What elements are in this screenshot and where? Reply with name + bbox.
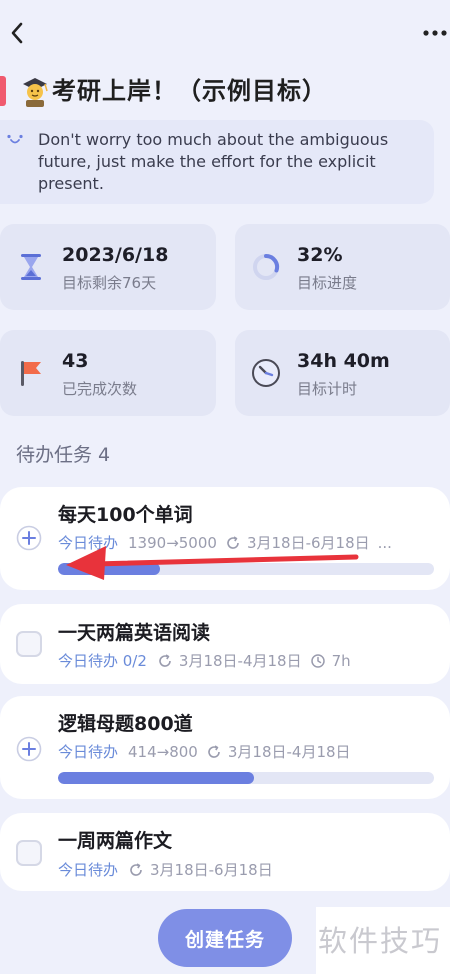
- task-card[interactable]: 逻辑母题800道 今日待办 414→800 3月18日-4月18日: [0, 696, 450, 799]
- completed-label: 已完成次数: [62, 380, 138, 398]
- stat-card-timer[interactable]: 34h 40m 目标计时: [235, 330, 450, 416]
- task-date-range: 3月18日-4月18日: [178, 652, 302, 670]
- watermark-text: 软件技巧: [318, 924, 443, 958]
- motto-card[interactable]: Don't worry too much about the ambiguous…: [0, 120, 434, 204]
- tasks-section-title: 待办任务 4: [16, 440, 110, 467]
- progress-value: 32%: [297, 244, 343, 266]
- task-name: 每天100个单词: [58, 504, 193, 526]
- goal-title: 考研上岸！（示例目标）: [52, 77, 327, 105]
- create-task-button[interactable]: 创建任务: [158, 909, 292, 967]
- task-progress-fill: [58, 772, 254, 784]
- task-checkbox[interactable]: [16, 631, 42, 657]
- clock-icon: [252, 359, 280, 387]
- back-button[interactable]: [4, 18, 30, 48]
- repeat-icon: [208, 744, 220, 758]
- repeat-icon: [159, 653, 171, 667]
- task-date-range: 3月18日-4月18日: [227, 743, 351, 761]
- student-emoji-icon: [20, 74, 50, 108]
- tasks-count: 4: [98, 444, 111, 466]
- stat-card-completed[interactable]: 43 已完成次数: [0, 330, 216, 416]
- stat-card-progress[interactable]: 32% 目标进度: [235, 224, 450, 310]
- task-checkbox[interactable]: [16, 840, 42, 866]
- tasks-section-label: 待办任务: [16, 444, 93, 466]
- more-button[interactable]: [422, 20, 448, 46]
- more-horizontal-icon: [423, 30, 447, 36]
- task-card[interactable]: 一周两篇作文 今日待办 3月18日-6月18日: [0, 813, 450, 891]
- hourglass-icon: [21, 254, 41, 280]
- repeat-icon: [130, 862, 142, 876]
- progress-ring-icon: [253, 253, 280, 280]
- annotation-arrow: [66, 546, 359, 580]
- task-extra: ...: [377, 533, 392, 552]
- smile-icon: [7, 134, 23, 144]
- stat-card-deadline[interactable]: 2023/6/18 目标剩余76天: [0, 224, 216, 310]
- task-name: 一周两篇作文: [58, 830, 173, 852]
- timer-label: 目标计时: [297, 380, 358, 398]
- task-today-status: 今日待办 0/2: [58, 652, 147, 670]
- task-name: 一天两篇英语阅读: [58, 622, 211, 644]
- motto-text: Don't worry too much about the ambiguous…: [38, 130, 389, 193]
- task-meta: 今日待办 414→800 3月18日-4月18日: [58, 741, 351, 762]
- deadline-value: 2023/6/18: [62, 244, 169, 266]
- task-today-status: 今日待办: [58, 743, 119, 761]
- completed-value: 43: [62, 350, 89, 372]
- task-name: 逻辑母题800道: [58, 713, 193, 735]
- task-date-range: 3月18日-6月18日: [150, 861, 273, 879]
- task-card[interactable]: 一天两篇英语阅读 今日待办 0/2 3月18日-4月18日 7h: [0, 604, 450, 684]
- task-progress-bar: [58, 772, 434, 784]
- title-accent-bar: [0, 76, 6, 106]
- task-meta: 今日待办 3月18日-6月18日: [58, 859, 273, 880]
- goal-title-row: 考研上岸！（示例目标）: [0, 70, 450, 114]
- timer-icon: [310, 653, 325, 668]
- plus-icon[interactable]: [16, 736, 42, 762]
- task-amount: 414→800: [128, 742, 198, 761]
- deadline-label: 目标剩余76天: [62, 274, 157, 292]
- task-duration: 7h: [331, 651, 351, 670]
- task-meta: 今日待办 0/2 3月18日-4月18日 7h: [58, 650, 351, 671]
- plus-icon[interactable]: [16, 525, 42, 551]
- chevron-left-icon: [11, 22, 23, 44]
- task-today-status: 今日待办: [58, 861, 119, 879]
- progress-label: 目标进度: [297, 274, 358, 292]
- flag-icon: [21, 361, 41, 386]
- timer-value: 34h 40m: [297, 350, 390, 372]
